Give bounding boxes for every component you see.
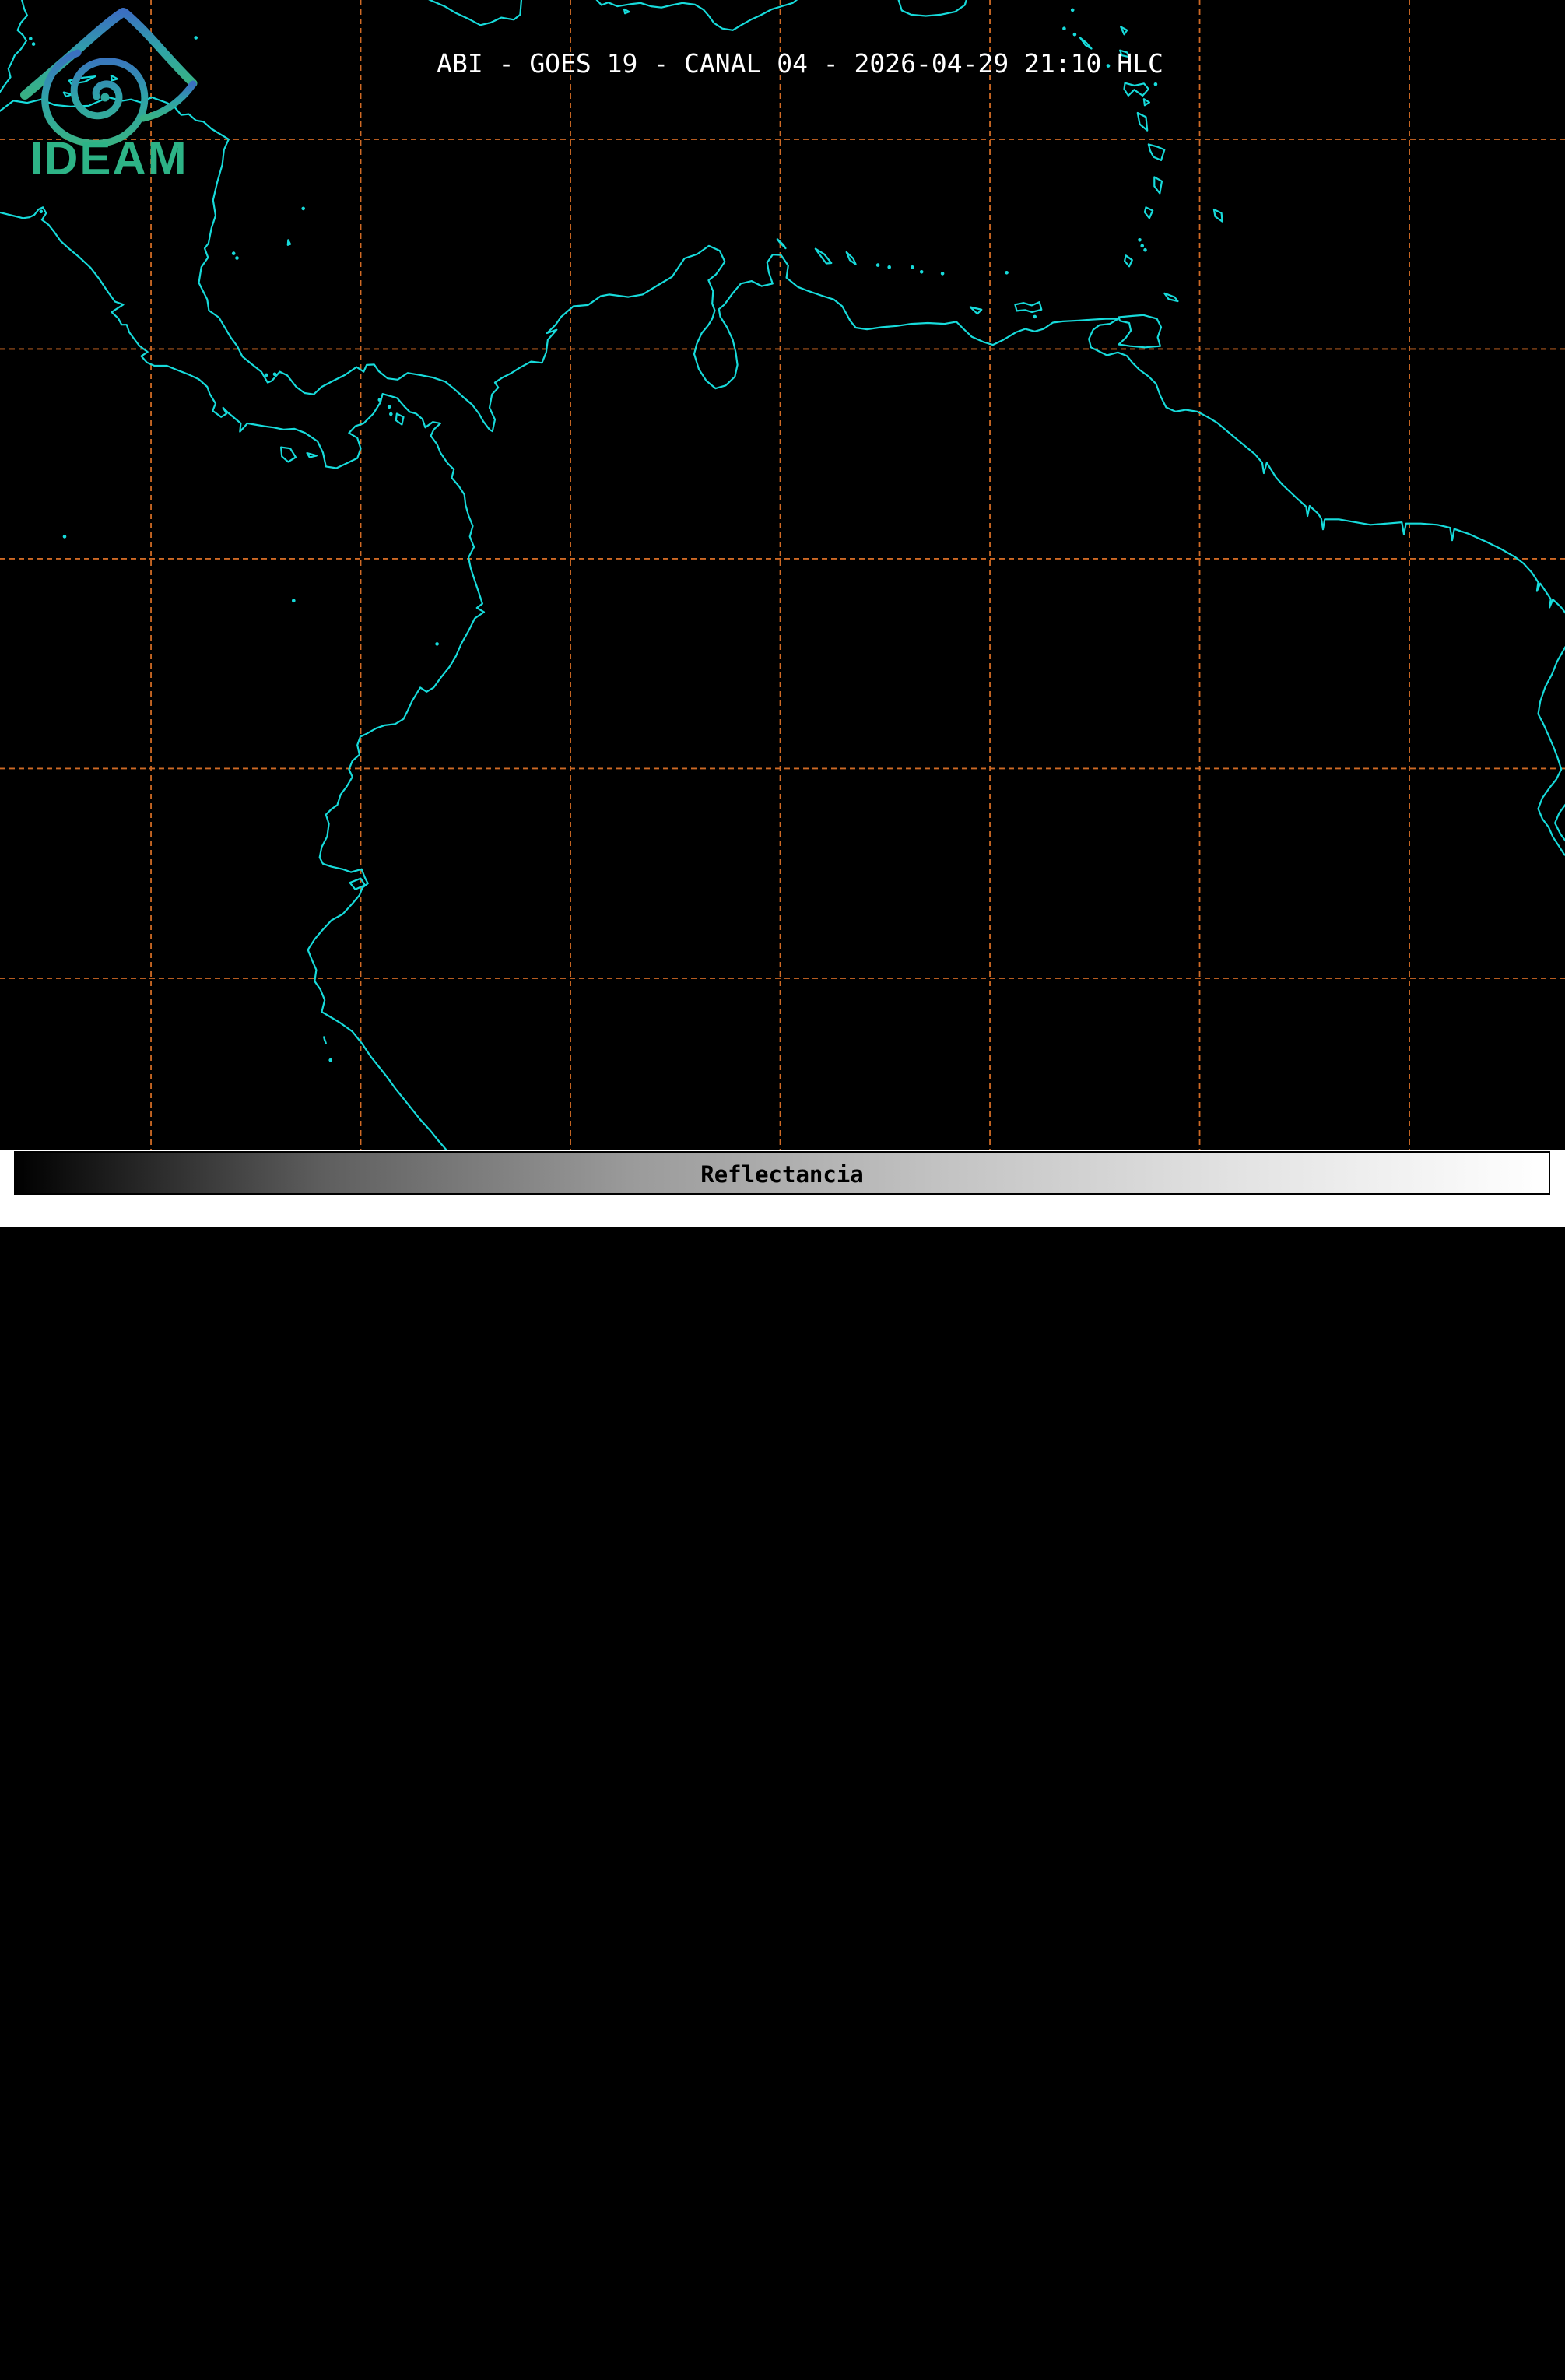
island-coastline (1119, 315, 1162, 348)
island-coastline (1125, 255, 1132, 266)
colorbar-minor-tick (91, 2343, 93, 2353)
ideam-logo: IDEAM (0, 0, 226, 187)
ideam-swirl-eye-icon (101, 93, 110, 102)
island-dot (292, 599, 296, 603)
colorbar-minor-tick (1011, 2343, 1013, 2353)
goes-image-viewer: { "title": { "text": "ABI - GOES 19 - CA… (0, 0, 1565, 1227)
island-coastline (1145, 207, 1153, 218)
island-dot (435, 642, 439, 646)
colorbar-minor-tick (1471, 2343, 1473, 2353)
map-svg (0, 0, 1565, 1150)
colorbar-tick-label: 0.8 (1221, 2353, 1263, 2380)
island-coastline (1138, 113, 1147, 131)
island-coastline (281, 448, 296, 462)
island-dot (876, 263, 880, 267)
island-coastline (1144, 99, 1149, 105)
colorbar-tick-label: 0.6 (914, 2353, 956, 2380)
satellite-map-canvas: ABI - GOES 19 - CANAL 04 - 2026-04-29 21… (0, 0, 1565, 1150)
colorbar-minor-tick (244, 2343, 247, 2353)
island-coastline (1154, 177, 1162, 194)
island-coastline (777, 239, 786, 248)
colorbar-minor-tick (398, 2343, 400, 2353)
colorbar-minor-tick (858, 2343, 860, 2353)
colorbar-minor-tick (1088, 2343, 1090, 2353)
island-coastline (1015, 302, 1041, 312)
colorbar-minor-tick (704, 2343, 707, 2353)
island-dot (235, 256, 239, 260)
island-dot (1143, 248, 1147, 252)
island-dot (389, 412, 393, 416)
island-dot (40, 209, 44, 213)
island-dot (941, 272, 945, 276)
island-dot (232, 251, 236, 255)
island-coastline (396, 414, 404, 425)
island-dot (1140, 244, 1144, 248)
island-dot (273, 373, 277, 377)
colorbar-minor-tick (168, 2343, 170, 2353)
ideam-logo-text: IDEAM (30, 132, 188, 184)
island-dot (1073, 33, 1077, 37)
island-dot (1062, 26, 1066, 30)
island-coastline (324, 1037, 326, 1043)
island-coastline (288, 240, 290, 245)
colorbar-minor-tick (551, 2343, 553, 2353)
colorbar-tick-label: 0.0 (0, 2353, 37, 2380)
island-dot (1005, 271, 1009, 275)
coastline (899, 0, 967, 16)
coastline (0, 97, 1565, 613)
island-coastline (847, 252, 856, 265)
island-coastline (624, 9, 630, 13)
island-dot (301, 207, 305, 211)
island-coastline (816, 249, 832, 264)
colorbar-minor-tick (781, 2343, 784, 2353)
island-dot (1138, 238, 1142, 242)
image-title: ABI - GOES 19 - CANAL 04 - 2026-04-29 21… (437, 48, 1163, 79)
coastline (429, 0, 521, 25)
colorbar-tick-label: 0.4 (608, 2353, 650, 2380)
colorbar-minor-tick (1318, 2343, 1320, 2353)
island-coastline (1149, 144, 1165, 160)
island-dot (328, 1058, 332, 1062)
colorbar-tick-label: 0.2 (301, 2353, 343, 2380)
coastline (597, 0, 798, 30)
colorbar-minor-tick (475, 2343, 477, 2353)
island-coastline (1125, 83, 1149, 96)
island-coastline (1121, 27, 1127, 35)
island-dot (1154, 82, 1158, 86)
island-dot (911, 265, 914, 269)
colorbar-tick-label: 1.0 (1528, 2353, 1565, 2380)
island-dot (1071, 9, 1075, 12)
coastline (1555, 805, 1565, 841)
island-dot (63, 535, 67, 539)
ideam-mountain-swirl-icon (25, 12, 193, 143)
island-coastline (1214, 209, 1223, 222)
island-dot (378, 398, 382, 402)
colorbar-minor-tick (1164, 2343, 1167, 2353)
island-coastline (1080, 38, 1092, 49)
island-dot (265, 374, 268, 377)
island-coastline (970, 307, 982, 314)
island-dot (388, 405, 391, 409)
island-coastline (1164, 293, 1177, 301)
island-coastline (307, 453, 317, 457)
colorbar-title: Reflectancia (700, 1161, 864, 1188)
coastline (1539, 647, 1565, 855)
island-dot (1033, 315, 1037, 319)
island-dot (920, 270, 924, 274)
colorbar-minor-tick (1395, 2343, 1397, 2353)
island-dot (887, 265, 891, 269)
